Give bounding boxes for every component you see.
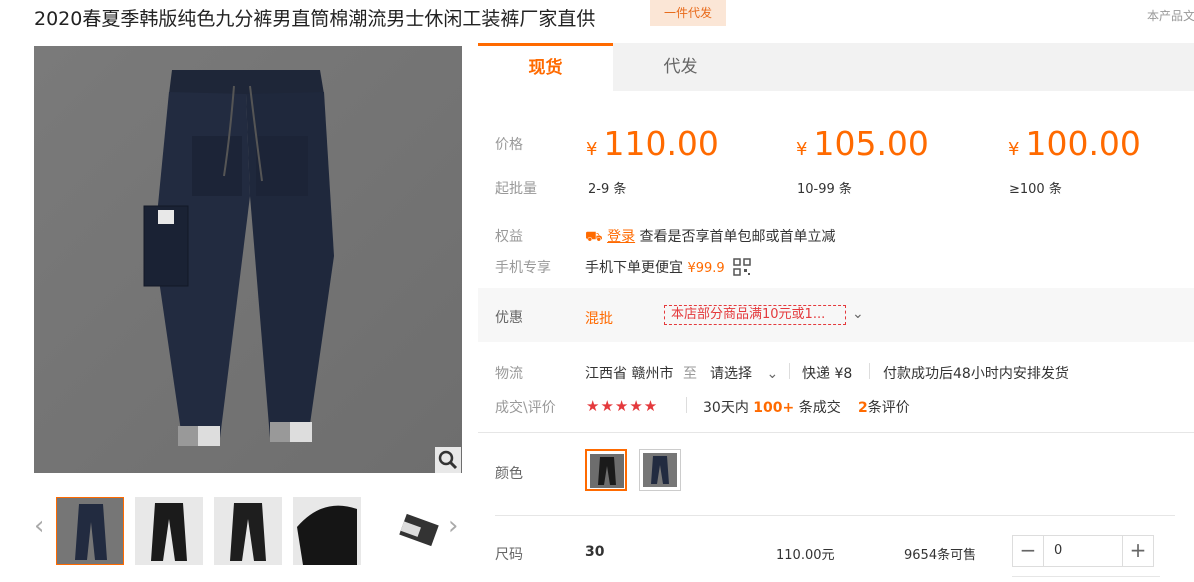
min-qty-label: 起批量 bbox=[495, 181, 537, 197]
tab-dropship[interactable]: 代发 bbox=[613, 43, 748, 91]
to-label: 至 bbox=[683, 366, 697, 382]
offer-tabs: 现货 代发 bbox=[478, 43, 1194, 91]
divider bbox=[789, 363, 790, 379]
dispatch-time: 付款成功后48小时内安排发货 bbox=[883, 366, 1069, 382]
rating-stars: ★★★★★ bbox=[586, 397, 659, 415]
thumbnail-4[interactable] bbox=[293, 497, 361, 565]
price-tier-2: ¥105.00 bbox=[796, 124, 929, 163]
review-suffix: 条评价 bbox=[867, 400, 910, 416]
mobile-row: 手机下单更便宜 ¥99.9 bbox=[585, 257, 751, 280]
tab-in-stock[interactable]: 现货 bbox=[478, 43, 613, 91]
benefits-text: 查看是否享首单包邮或首单立减 bbox=[639, 229, 836, 245]
color-label: 颜色 bbox=[495, 466, 523, 482]
benefits-label: 权益 bbox=[495, 229, 523, 245]
price-tier-3: ¥100.00 bbox=[1008, 124, 1141, 163]
divider bbox=[869, 363, 870, 379]
size-stock: 9654条可售 bbox=[904, 548, 977, 563]
mobile-label: 手机专享 bbox=[495, 260, 551, 276]
thumb-next-icon[interactable]: › bbox=[448, 513, 458, 539]
thumb-prev-icon[interactable]: ‹ bbox=[34, 513, 44, 539]
review-count: 2 bbox=[858, 400, 868, 416]
thumbnail-1[interactable] bbox=[56, 497, 124, 565]
size-value: 30 bbox=[585, 544, 605, 560]
size-divider bbox=[495, 515, 1175, 516]
thumbnail-3[interactable] bbox=[214, 497, 282, 565]
shipping-fee: 快递 ¥8 bbox=[802, 366, 853, 382]
increment-button[interactable]: + bbox=[1123, 536, 1153, 566]
quantity-input[interactable]: 0 bbox=[1043, 536, 1123, 566]
thumbnail-2[interactable] bbox=[135, 497, 203, 565]
benefits-row: ⛟ 登录 查看是否享首单包邮或首单立减 bbox=[585, 226, 836, 247]
quantity-stepper: − 0 + bbox=[1012, 535, 1154, 567]
magnifier-icon bbox=[438, 450, 458, 470]
section-divider bbox=[478, 432, 1194, 433]
sales-count: 100+ bbox=[753, 400, 795, 416]
qr-code-icon[interactable] bbox=[733, 258, 751, 280]
thumbnail-5[interactable] bbox=[372, 497, 440, 565]
chevron-down-icon: ⌄ bbox=[766, 366, 779, 382]
chevron-down-icon[interactable]: ⌄ bbox=[852, 306, 864, 322]
deals-label: 成交\评价 bbox=[495, 400, 556, 416]
sales-suffix: 条成交 bbox=[798, 400, 841, 416]
gift-icon: ⛟ bbox=[585, 229, 603, 245]
mobile-price: ¥99.9 bbox=[687, 261, 725, 276]
qty-tier-2: 10-99 条 bbox=[797, 182, 852, 197]
qty-tier-1: 2-9 条 bbox=[588, 182, 627, 197]
decrement-button[interactable]: − bbox=[1013, 536, 1043, 566]
logistics-label: 物流 bbox=[495, 366, 523, 382]
sales-prefix: 30天内 bbox=[703, 400, 749, 416]
coupon-tag[interactable]: 本店部分商品满10元或1... bbox=[664, 305, 846, 325]
stepper-underline bbox=[1012, 576, 1160, 577]
price-label: 价格 bbox=[495, 137, 523, 153]
origin-city: 江西省 赣州市 bbox=[585, 366, 674, 382]
color-swatch-1[interactable] bbox=[585, 449, 627, 491]
sales-summary[interactable]: 30天内 100+ 条成交 bbox=[703, 397, 841, 417]
login-link[interactable]: 登录 bbox=[607, 229, 635, 245]
size-label: 尺码 bbox=[495, 547, 523, 563]
main-product-image[interactable] bbox=[34, 46, 462, 473]
divider bbox=[686, 397, 687, 413]
review-summary[interactable]: 2条评价 bbox=[858, 397, 910, 417]
promo-type: 混批 bbox=[585, 311, 613, 327]
size-price: 110.00元 bbox=[776, 548, 835, 563]
promo-label: 优惠 bbox=[495, 310, 523, 326]
mobile-text: 手机下单更便宜 bbox=[585, 260, 683, 276]
product-title: 2020春夏季韩版纯色九分裤男直筒棉潮流男士休闲工装裤厂家直供 bbox=[34, 8, 596, 30]
qty-tier-3: ≥100 条 bbox=[1009, 182, 1062, 197]
color-swatch-2[interactable] bbox=[639, 449, 681, 491]
zoom-button[interactable] bbox=[435, 447, 461, 473]
destination-value: 请选择 bbox=[710, 366, 752, 382]
price-tier-1: ¥110.00 bbox=[586, 124, 719, 163]
destination-select[interactable]: 请选择 ⌄ bbox=[710, 363, 778, 383]
product-doc-link[interactable]: 本产品文 bbox=[1147, 7, 1194, 24]
dropship-badge: 一件代发 bbox=[650, 0, 726, 26]
